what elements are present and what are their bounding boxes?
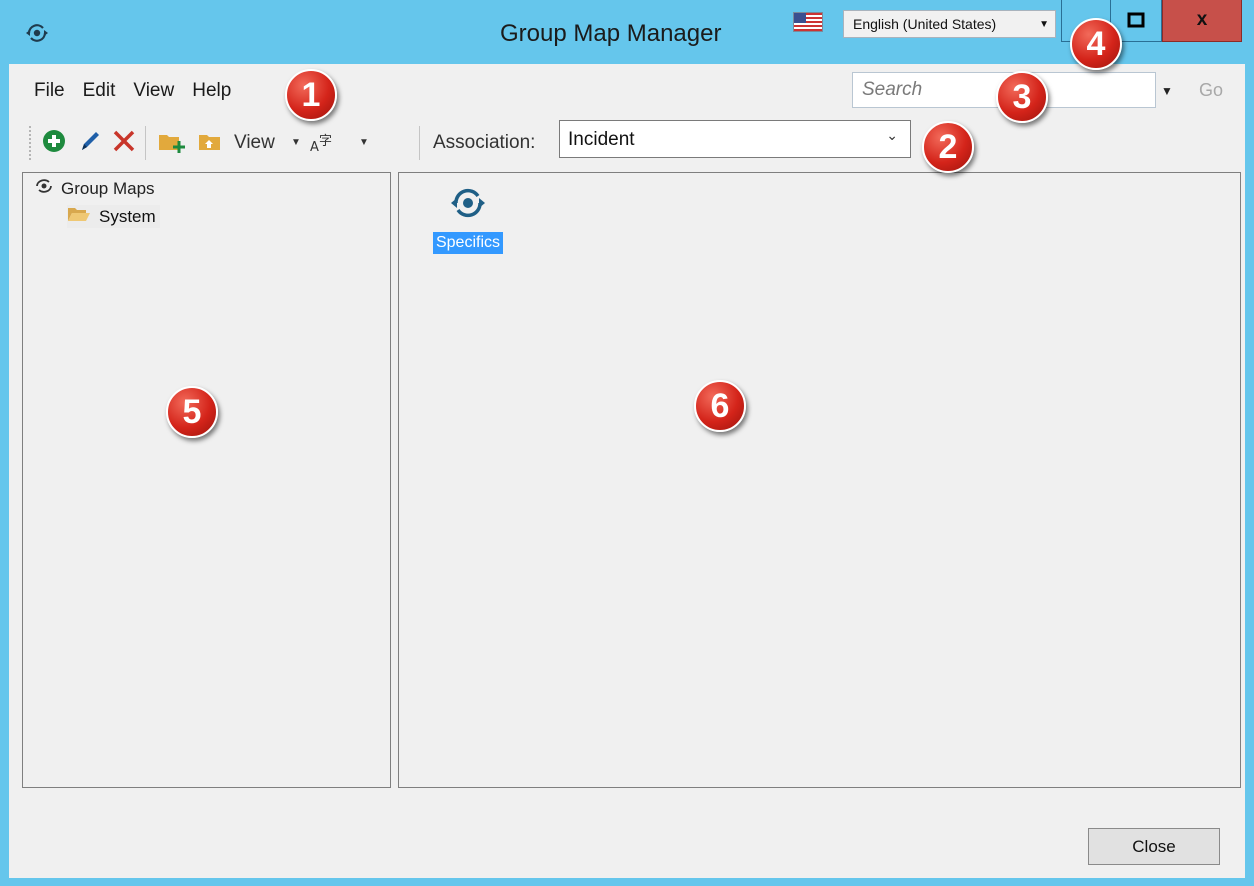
close-icon: x [1196,9,1208,30]
toolbar-grip [29,126,34,160]
font-icon[interactable]: A 字 [309,132,343,159]
group-map-app-icon [24,20,50,46]
tree-pane: Group Maps System [22,172,391,788]
close-window-button[interactable]: x [1162,0,1242,42]
folder-open-icon [67,206,91,227]
menu-bar: File Edit View Help [9,77,240,105]
callout-marker: 6 [694,380,746,432]
menu-edit[interactable]: Edit [74,77,125,105]
menu-view[interactable]: View [124,77,183,105]
callout-marker: 3 [996,71,1048,123]
chevron-down-icon: ⌄ [886,127,898,143]
language-selector[interactable]: English (United States) ▼ [843,10,1056,38]
menu-file[interactable]: File [9,77,74,105]
association-label: Association: [433,132,536,153]
association-dropdown[interactable]: Incident ⌄ [559,120,911,158]
font-chevron-down-icon[interactable]: ▼ [359,137,369,148]
toolbar-separator [145,126,146,160]
tree-root-group-maps[interactable]: Group Maps [33,177,155,200]
view-dropdown-button[interactable]: View [234,132,275,154]
window-title: Group Map Manager [500,20,722,47]
association-value: Incident [568,129,635,150]
svg-text:A: A [310,140,319,154]
callout-marker: 4 [1070,18,1122,70]
search-dropdown-icon[interactable]: ▼ [1161,84,1173,98]
language-value: English (United States) [853,16,997,32]
toolbar: View ▼ A 字 ▼ Association: Incident ⌄ [9,120,1245,164]
client-area: File Edit View Help Search ▼ Go View ▼ A… [9,64,1245,878]
tree-item-system[interactable]: System [67,205,160,228]
menu-help[interactable]: Help [183,77,240,105]
title-bar: Group Map Manager English (United States… [0,0,1254,64]
application-window: Group Map Manager English (United States… [0,0,1254,886]
new-folder-icon[interactable] [157,128,187,159]
edit-icon[interactable] [77,128,103,159]
group-map-large-icon [448,188,488,225]
tree-item-label: System [99,206,156,226]
chevron-down-icon: ▼ [1039,19,1049,30]
go-button[interactable]: Go [1199,80,1223,101]
content-pane: Specifics [398,172,1241,788]
callout-marker: 1 [285,69,337,121]
folder-up-icon[interactable] [197,128,223,159]
close-button[interactable]: Close [1088,828,1220,865]
svg-text:字: 字 [319,134,332,149]
group-map-item-specifics[interactable]: Specifics [423,185,513,254]
us-flag-icon [793,12,823,32]
callout-marker: 5 [166,386,218,438]
group-map-icon [33,177,55,200]
tree-root-label: Group Maps [61,178,155,198]
add-icon[interactable] [41,128,67,159]
callout-marker: 2 [922,121,974,173]
toolbar-separator [419,126,420,160]
view-chevron-down-icon[interactable]: ▼ [291,137,301,148]
delete-icon[interactable] [111,128,137,159]
item-label: Specifics [432,232,504,254]
